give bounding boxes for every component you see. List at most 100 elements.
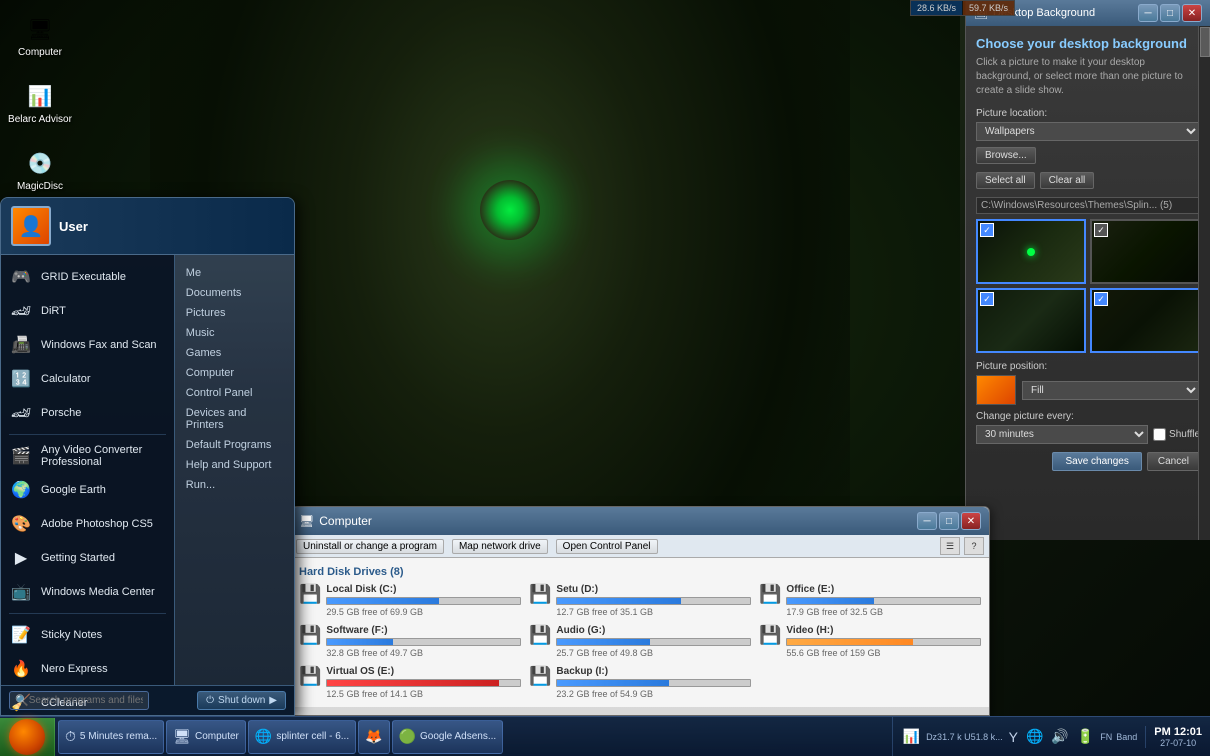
taskbar-item-firefox[interactable]: 🦊: [358, 720, 389, 754]
computer-icon: 🖥: [24, 13, 56, 45]
start-right-music[interactable]: Music: [180, 323, 289, 343]
taskbar-item-browser[interactable]: 🌐 splinter cell - 6...: [248, 720, 356, 754]
upload-speed: 59.7 KB/s: [963, 1, 1014, 15]
start-item-gearth[interactable]: 🌍 Google Earth: [1, 473, 174, 507]
start-item-photoshop-label: Adobe Photoshop CS5: [41, 518, 153, 530]
start-item-dirt[interactable]: 🏎 DiRT: [1, 294, 174, 328]
drive-backup-info: Backup (I:) 23.2 GB free of 54.9 GB: [556, 666, 751, 699]
drive-f[interactable]: 💾 Software (F:) 32.8 GB free of 49.7 GB: [299, 625, 521, 658]
start-item-wmc[interactable]: 📺 Windows Media Center: [1, 575, 174, 609]
bg-panel-scrollbar[interactable]: [1198, 26, 1210, 540]
drive-c-size: 29.5 GB free of 69.9 GB: [326, 607, 521, 617]
drive-e[interactable]: 💾 Office (E:) 17.9 GB free of 32.5 GB: [759, 584, 981, 617]
computer-title-icon: 🖥: [299, 514, 314, 528]
start-item-grid[interactable]: 🎮 GRID Executable: [1, 260, 174, 294]
wallpaper-thumb-2[interactable]: ✓: [1090, 219, 1200, 284]
wallpaper-thumb-1[interactable]: ✓: [976, 219, 1086, 284]
shuffle-checkbox[interactable]: [1153, 428, 1166, 441]
taskbar-item-timer[interactable]: ⏱ 5 Minutes rema...: [58, 720, 164, 754]
wallpaper-thumb-4[interactable]: ✓: [1090, 288, 1200, 353]
grid-icon: 🎮: [9, 265, 33, 289]
cancel-button[interactable]: Cancel: [1147, 452, 1200, 471]
start-item-calc[interactable]: 🔢 Calculator: [1, 362, 174, 396]
help-button[interactable]: ?: [964, 537, 984, 555]
bg-panel-close-btn[interactable]: ✕: [1182, 4, 1202, 22]
change-select[interactable]: 30 minutes: [976, 425, 1148, 444]
search-input[interactable]: [29, 695, 143, 706]
start-right-default[interactable]: Default Programs: [180, 435, 289, 455]
start-item-sticky[interactable]: 📝 Sticky Notes: [1, 618, 174, 652]
start-right-games[interactable]: Games: [180, 343, 289, 363]
start-item-porsche[interactable]: 🏎 Porsche: [1, 396, 174, 430]
shutdown-button[interactable]: ⏻ Shut down ▶: [197, 691, 286, 710]
start-right-help[interactable]: Help and Support: [180, 455, 289, 475]
start-right-documents[interactable]: Documents: [180, 283, 289, 303]
start-item-getting-started[interactable]: ▶ Getting Started: [1, 541, 174, 575]
drive-f-name: Software (F:): [326, 625, 521, 636]
location-select[interactable]: Wallpapers: [976, 122, 1200, 141]
uninstall-button[interactable]: Uninstall or change a program: [296, 539, 444, 554]
drive-h[interactable]: 💾 Video (H:) 55.6 GB free of 159 GB: [759, 625, 981, 658]
start-right-computer[interactable]: Computer: [180, 363, 289, 383]
close-button[interactable]: ✕: [961, 512, 981, 530]
open-control-panel-button[interactable]: Open Control Panel: [556, 539, 658, 554]
drive-virtual-info: Virtual OS (E:) 12.5 GB free of 14.1 GB: [326, 666, 521, 699]
network-tray-icon[interactable]: 🌐: [1024, 726, 1045, 747]
position-select[interactable]: Fill: [1022, 381, 1200, 400]
start-item-fax[interactable]: 📠 Windows Fax and Scan: [1, 328, 174, 362]
desktop-icon-magicdisk[interactable]: 💿 MagicDisc: [5, 144, 75, 196]
bg-panel-maximize-btn[interactable]: □: [1160, 4, 1180, 22]
start-item-nero2[interactable]: 🔥 Nero Express: [1, 652, 174, 686]
start-menu-body: 🎮 GRID Executable 🏎 DiRT 📠 Windows Fax a…: [1, 255, 294, 685]
start-menu: 👤 User 🎮 GRID Executable 🏎 DiRT 📠 Window…: [0, 197, 295, 716]
start-right-run[interactable]: Run...: [180, 475, 289, 495]
map-network-button[interactable]: Map network drive: [452, 539, 548, 554]
start-right-pictures[interactable]: Pictures: [180, 303, 289, 323]
drive-d[interactable]: 💾 Setu (D:) 12.7 GB free of 35.1 GB: [529, 584, 751, 617]
start-item-gearth-label: Google Earth: [41, 484, 106, 496]
fn-label: FN: [1100, 732, 1112, 742]
desktop-icon-belarc[interactable]: 📊 Belarc Advisor: [5, 77, 75, 129]
volume-icon[interactable]: 🔊: [1049, 726, 1070, 747]
drive-c[interactable]: 💾 Local Disk (C:) 29.5 GB free of 69.9 G…: [299, 584, 521, 617]
taskbar-item-adsense[interactable]: 🟢 Google Adsens...: [392, 720, 504, 754]
start-item-dirt-label: DiRT: [41, 305, 66, 317]
start-right-me[interactable]: Me: [180, 263, 289, 283]
maximize-button[interactable]: □: [939, 512, 959, 530]
search-box[interactable]: 🔍: [9, 691, 149, 710]
drive-g[interactable]: 💾 Audio (G:) 25.7 GB free of 49.8 GB: [529, 625, 751, 658]
start-right-control-panel[interactable]: Control Panel: [180, 383, 289, 403]
clock-date: 27-07-10: [1160, 738, 1196, 748]
desktop-icon-computer[interactable]: 🖥 Computer: [5, 10, 75, 62]
network-speed-bar: 28.6 KB/s 59.7 KB/s: [910, 0, 1015, 16]
yahoo-icon[interactable]: Y: [1007, 727, 1020, 747]
taskbar-item-computer[interactable]: 🖥 Computer: [166, 720, 246, 754]
drive-virtual[interactable]: 💾 Virtual OS (E:) 12.5 GB free of 14.1 G…: [299, 666, 521, 699]
clock-area[interactable]: PM 12:01 27-07-10: [1145, 726, 1210, 748]
shuffle-label[interactable]: Shuffle: [1153, 428, 1200, 441]
drive-f-info: Software (F:) 32.8 GB free of 49.7 GB: [326, 625, 521, 658]
start-item-fax-label: Windows Fax and Scan: [41, 339, 157, 351]
drive-d-size: 12.7 GB free of 35.1 GB: [556, 607, 751, 617]
browser-label: splinter cell - 6...: [276, 731, 349, 742]
battery-icon[interactable]: 🔋: [1075, 726, 1096, 747]
clear-all-button[interactable]: Clear all: [1040, 172, 1095, 189]
wallpaper-thumb-3[interactable]: ✓: [976, 288, 1086, 353]
desktop-background-panel: 🖼 Desktop Background ─ □ ✕ Choose your d…: [965, 0, 1210, 540]
start-item-photoshop[interactable]: 🎨 Adobe Photoshop CS5: [1, 507, 174, 541]
user-avatar: 👤: [11, 206, 51, 246]
thumb-4-check: ✓: [1094, 292, 1108, 306]
start-item-avc[interactable]: 🎬 Any Video Converter Professional: [1, 439, 174, 473]
ubit-tray-icon[interactable]: 📊: [901, 726, 922, 747]
bg-panel-minimize-btn[interactable]: ─: [1138, 4, 1158, 22]
select-all-button[interactable]: Select all: [976, 172, 1035, 189]
scrollbar-thumb[interactable]: [1200, 27, 1210, 57]
start-right-devices[interactable]: Devices and Printers: [180, 403, 289, 435]
location-label: Picture location:: [976, 108, 1200, 119]
save-changes-button[interactable]: Save changes: [1052, 452, 1141, 471]
minimize-button[interactable]: ─: [917, 512, 937, 530]
start-button[interactable]: [0, 718, 55, 756]
drive-backup[interactable]: 💾 Backup (I:) 23.2 GB free of 54.9 GB: [529, 666, 751, 699]
view-toggle-button[interactable]: ☰: [940, 537, 960, 555]
browse-button[interactable]: Browse...: [976, 147, 1036, 164]
